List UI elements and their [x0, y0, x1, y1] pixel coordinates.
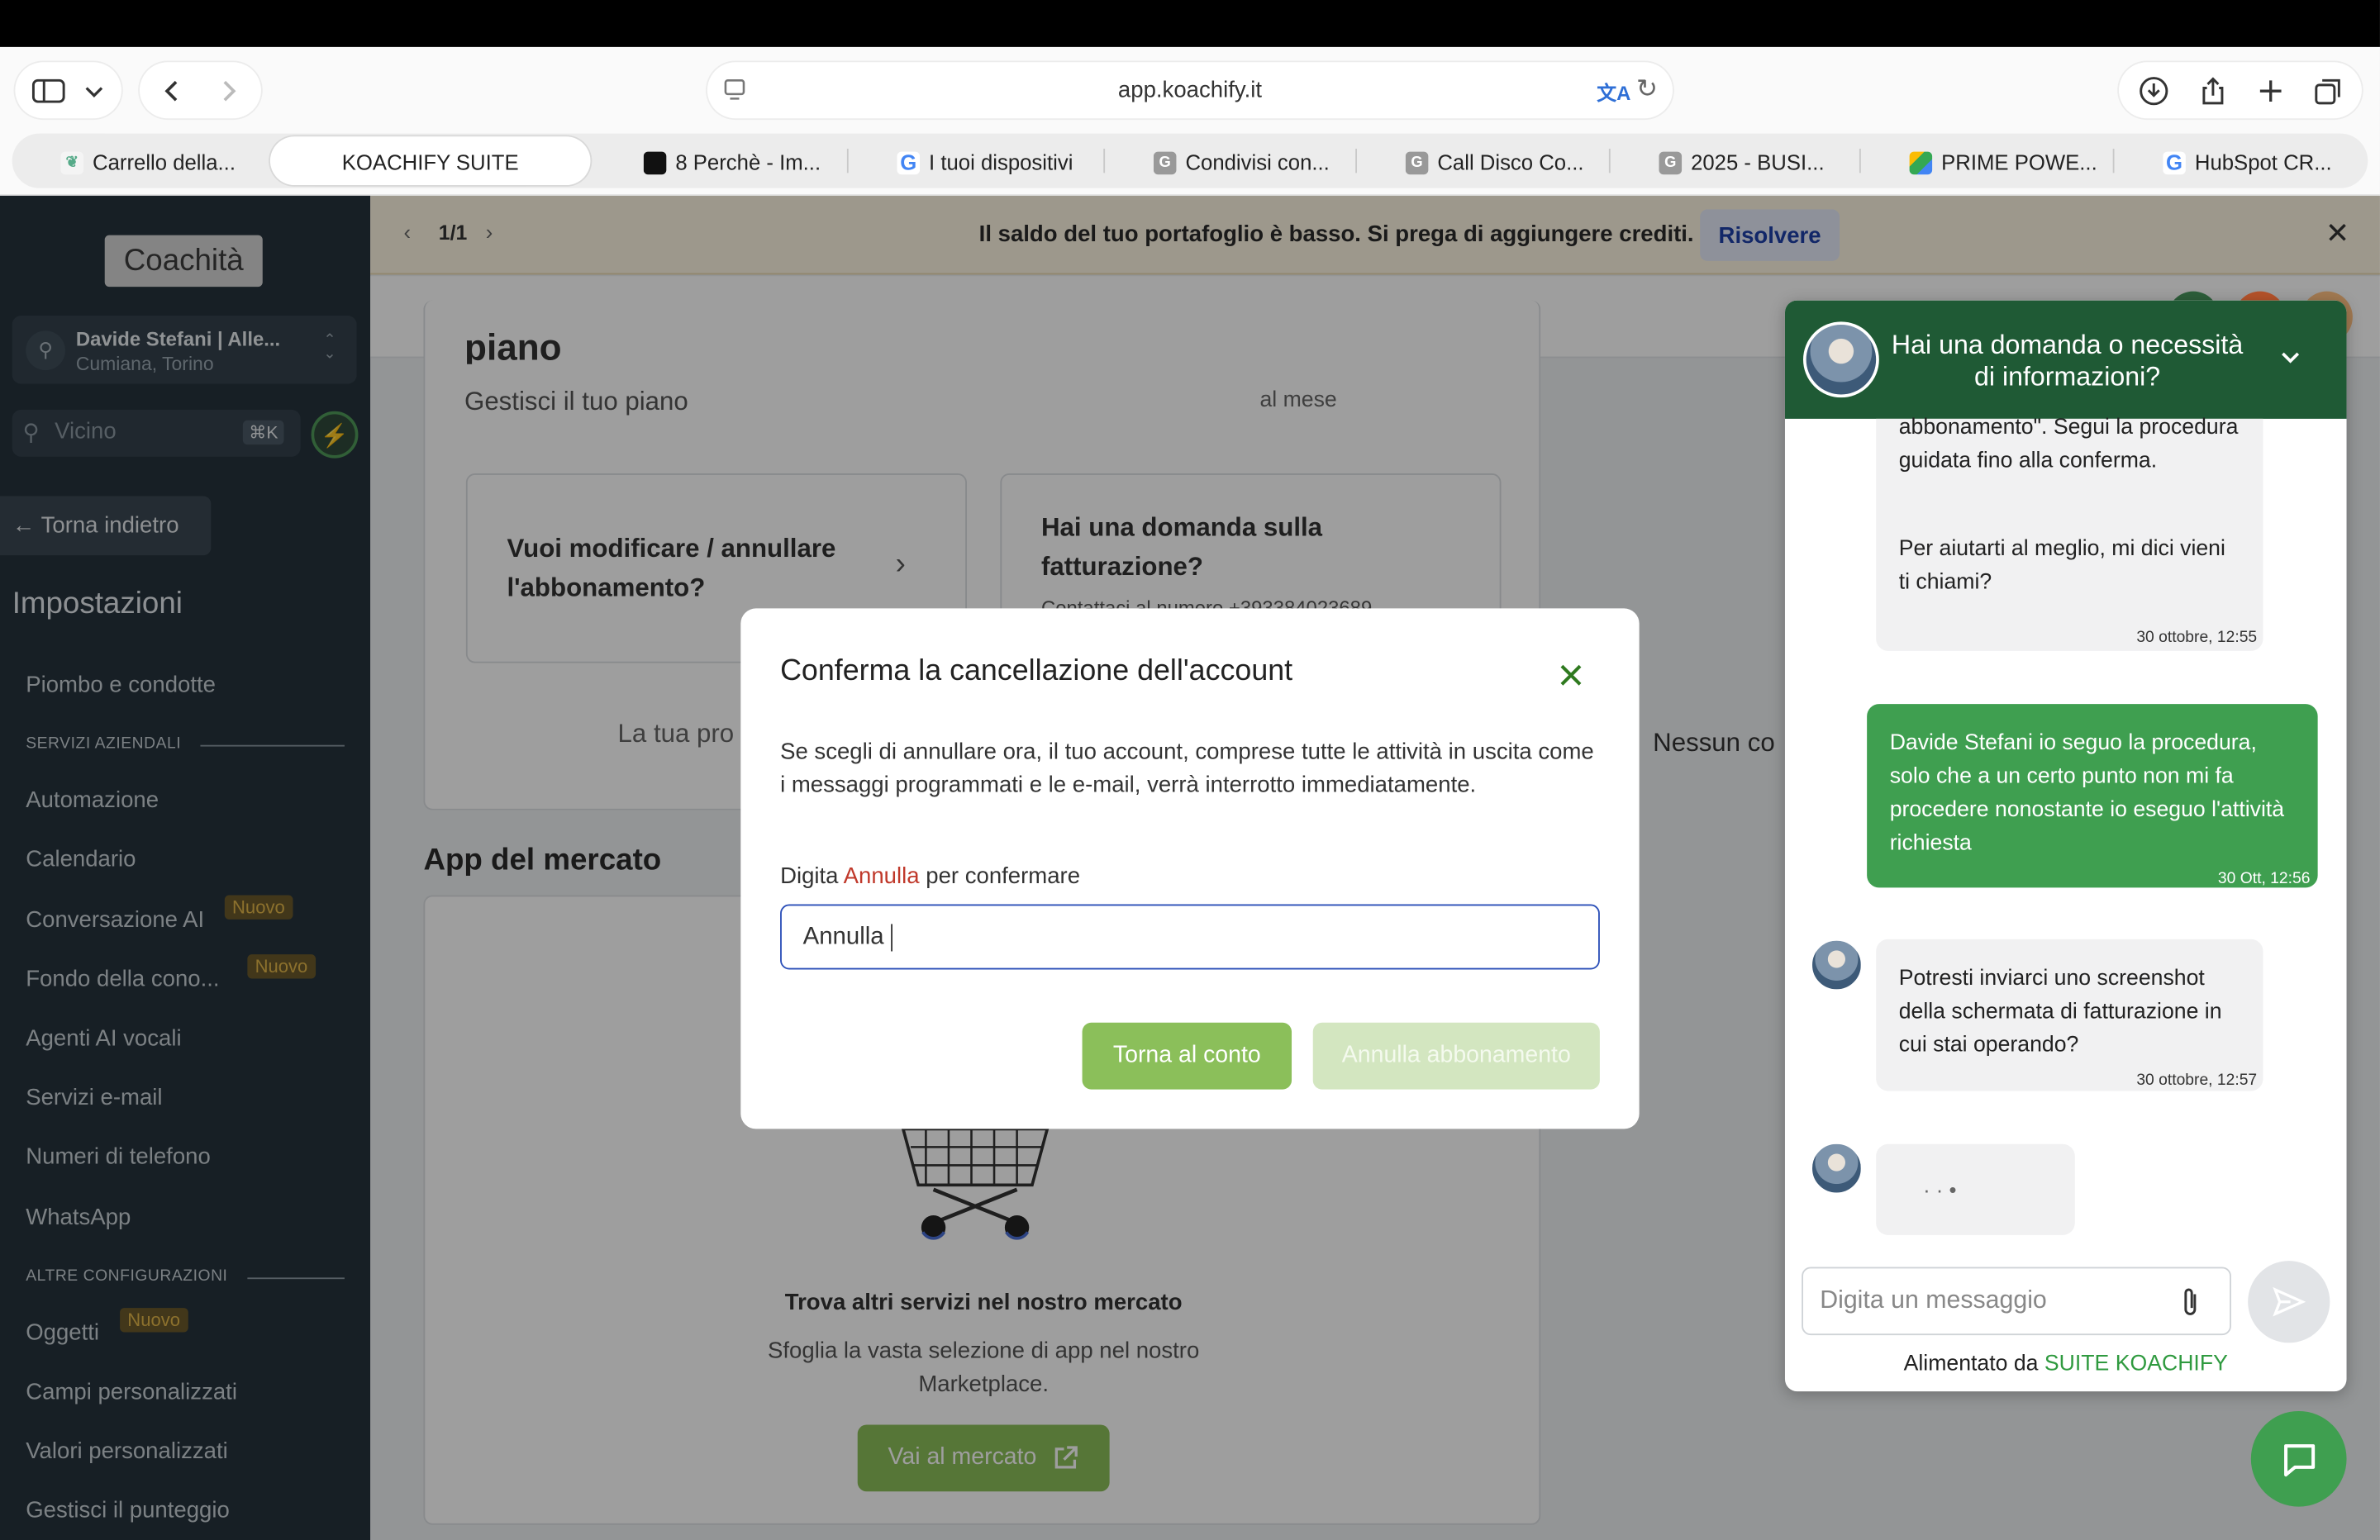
brand-link[interactable]: SUITE KOACHIFY — [2044, 1352, 2228, 1376]
g-favicon: G — [1659, 150, 1683, 174]
translate-icon[interactable]: 文A — [1597, 78, 1630, 107]
google-favicon: G — [2163, 150, 2186, 174]
forward-arrow-icon[interactable] — [220, 78, 238, 102]
chat-widget: Hai una domanda o necessità di informazi… — [1784, 300, 2347, 1392]
g-favicon: G — [1405, 150, 1429, 174]
chat-input-placeholder: Digita un messaggio — [1820, 1286, 2047, 1314]
g-favicon: G — [1153, 150, 1177, 174]
agent-message: Potresti inviarci uno screenshot della s… — [1876, 939, 2263, 1091]
modal-title: Conferma la cancellazione dell'account — [780, 654, 1293, 687]
agent-avatar — [1809, 1141, 1864, 1196]
cancel-subscription-button[interactable]: Annulla abbonamento — [1312, 1022, 1600, 1090]
tab-separator — [846, 148, 849, 173]
google-favicon: G — [897, 150, 921, 174]
tab-carrello[interactable]: ❦ Carrello della... — [60, 143, 250, 183]
message-time: 30 ottobre, 12:57 — [2136, 1071, 2258, 1090]
tab-prime[interactable]: PRIME POWE... — [1909, 143, 2100, 183]
tab-label: 2025 - BUSI... — [1691, 150, 1825, 175]
chat-input[interactable]: Digita un messaggio — [1802, 1267, 2231, 1336]
cancel-account-modal: Conferma la cancellazione dell'account S… — [740, 608, 1640, 1129]
tab-label: KOACHIFY SUITE — [341, 150, 519, 175]
tab-label: 8 Perchè - Im... — [675, 150, 821, 175]
os-top-bar — [0, 0, 2380, 47]
text-cursor — [891, 923, 893, 951]
send-button[interactable] — [2248, 1261, 2330, 1343]
message-text: Per aiutarti al meglio, mi dici vieni ti… — [1898, 537, 2225, 595]
tab-separator — [1355, 148, 1358, 173]
chevron-down-icon — [85, 86, 103, 97]
prompt-keyword: Annulla — [843, 863, 920, 890]
prompt-text: per confermare — [926, 863, 1081, 890]
history-nav — [139, 62, 261, 119]
modal-body: Se scegli di annullare ora, il tuo accou… — [780, 739, 1594, 798]
url-text: app.koachify.it — [1117, 77, 1263, 103]
back-arrow-icon[interactable] — [163, 78, 181, 102]
confirm-prompt: Digita Annulla per confermare — [780, 863, 1080, 889]
close-icon[interactable] — [1559, 663, 1583, 687]
chat-launcher-button[interactable] — [2250, 1410, 2347, 1507]
message-text: Davide Stefani io seguo la procedura, so… — [1889, 731, 2285, 856]
tab-label: PRIME POWE... — [1941, 150, 2097, 175]
tab-label: Call Disco Co... — [1437, 150, 1584, 175]
share-icon[interactable] — [2197, 75, 2228, 106]
agent-avatar — [1809, 937, 1864, 993]
tab-separator — [2112, 148, 2115, 173]
tab-label: Carrello della... — [93, 150, 236, 175]
confirm-input[interactable]: Annulla — [780, 904, 1600, 970]
tab-overview-icon[interactable] — [2312, 75, 2343, 106]
tab-condivisi[interactable]: G Condivisi con... — [1153, 143, 1344, 183]
chat-header: Hai una domanda o necessità di informazi… — [1784, 300, 2347, 419]
tab-perche[interactable]: 8 Perchè - Im... — [643, 143, 841, 183]
prompt-text: Digita — [780, 863, 839, 890]
tab-separator — [1859, 148, 1861, 173]
address-bar[interactable]: app.koachify.it 文A ↻ — [707, 62, 1673, 119]
agent-message: abbonamento". Segui la procedura guidata… — [1876, 416, 2263, 651]
powered-by-text: Alimentato da — [1903, 1352, 2039, 1376]
tab-call-disco[interactable]: G Call Disco Co... — [1405, 143, 1596, 183]
agent-avatar — [1802, 321, 1879, 398]
user-message: Davide Stefani io seguo la procedura, so… — [1867, 704, 2318, 888]
message-time: 30 Ott, 12:56 — [2217, 869, 2311, 888]
leaf-favicon: ❦ — [60, 150, 84, 174]
message-text: Potresti inviarci uno screenshot della s… — [1898, 966, 2222, 1058]
new-tab-icon[interactable] — [2256, 77, 2283, 104]
tab-dispositivi[interactable]: G I tuoi dispositivi — [897, 143, 1102, 183]
tab-koachify[interactable]: KOACHIFY SUITE — [270, 143, 591, 183]
reload-icon[interactable]: ↻ — [1636, 74, 1658, 105]
tab-separator — [1103, 148, 1106, 173]
chat-bubble-icon — [2283, 1443, 2315, 1476]
message-text: abbonamento". Segui la procedura guidata… — [1898, 416, 2239, 473]
back-to-account-button[interactable]: Torna al conto — [1082, 1022, 1292, 1090]
drive-favicon — [1909, 150, 1933, 174]
tab-2025[interactable]: G 2025 - BUSI... — [1659, 143, 1841, 183]
download-icon[interactable] — [2138, 75, 2168, 106]
sidebar-toggle-button[interactable] — [15, 62, 121, 119]
dark-favicon — [643, 150, 667, 174]
send-icon — [2273, 1286, 2306, 1317]
powered-by: Alimentato da SUITE KOACHIFY — [1785, 1352, 2347, 1376]
tab-hubspot[interactable]: G HubSpot CR... — [2163, 143, 2353, 183]
message-time: 30 ottobre, 12:55 — [2136, 628, 2258, 647]
tab-label: I tuoi dispositivi — [929, 150, 1073, 175]
tab-separator — [1608, 148, 1611, 173]
browser-actions — [2119, 62, 2362, 119]
confirm-input-value: Annulla — [802, 923, 884, 949]
attachment-icon[interactable] — [2178, 1286, 2202, 1319]
chevron-down-icon[interactable] — [2280, 350, 2301, 365]
typing-indicator: · · • — [1876, 1143, 2075, 1235]
sidebar-icon — [31, 78, 65, 102]
tab-label: HubSpot CR... — [2194, 150, 2332, 175]
chat-title: Hai una domanda o necessità di informazi… — [1891, 329, 2244, 392]
tab-label: Condivisi con... — [1185, 150, 1330, 175]
